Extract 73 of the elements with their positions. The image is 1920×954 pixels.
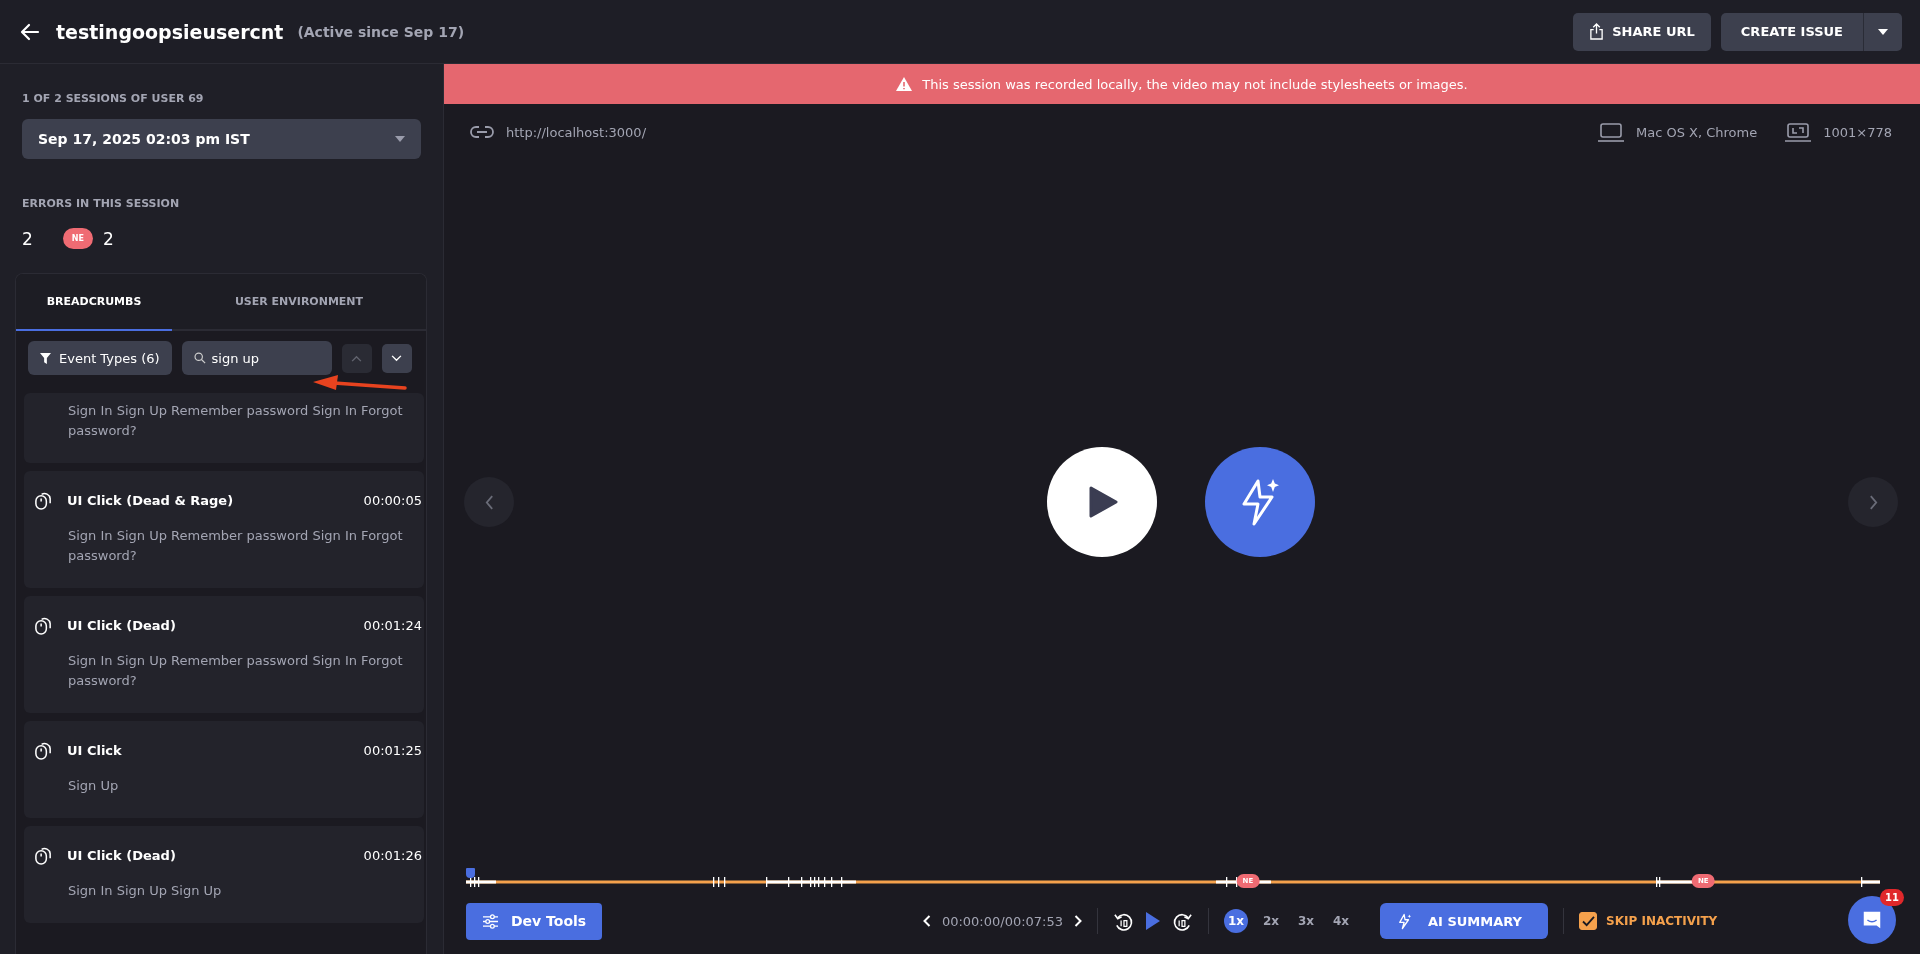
- event-title: UI Click: [67, 743, 123, 758]
- skip-inactivity-checkbox[interactable]: [1579, 912, 1598, 930]
- warning-text: This session was recorded locally, the video may not include stylesheets or images.: [922, 76, 1468, 92]
- platform-info: Mac OS X, Chrome: [1635, 124, 1758, 140]
- speed-option[interactable]: 4x: [1329, 909, 1354, 933]
- event-time: 00:01:24: [363, 618, 422, 633]
- ai-summary-button[interactable]: AI SUMMARY: [1380, 903, 1549, 939]
- mouse-icon: [34, 491, 53, 510]
- event-detail: Sign In Sign Up Remember password Sign In Forgot password?: [68, 527, 404, 565]
- screen-resolution: 1001×778: [1823, 124, 1892, 140]
- mouse-icon: [34, 846, 53, 865]
- notification-badge: 11: [1880, 889, 1904, 906]
- lightning-sparkle-icon: [1398, 912, 1413, 930]
- event-card[interactable]: Sign In Sign Up Remember password Sign In Forgot password?: [24, 393, 424, 463]
- event-types-button[interactable]: Event Types (6): [28, 341, 172, 375]
- event-time: 00:00:05: [363, 493, 422, 508]
- speed-option[interactable]: 3x: [1294, 909, 1319, 933]
- dropdown-button[interactable]: [1863, 12, 1902, 51]
- create-issue-button[interactable]: CREATE ISSUE: [1720, 12, 1863, 51]
- chevron-down-icon: [391, 354, 403, 362]
- session-select[interactable]: Sep 17, 2025 02:03 pm IST: [22, 119, 421, 159]
- event-title: UI Click (Dead): [67, 848, 177, 863]
- speed-option[interactable]: 1x: [1224, 909, 1249, 933]
- share-icon: [1589, 23, 1605, 40]
- skip-inactivity-label: SKIP INACTIVITY: [1606, 914, 1718, 928]
- event-detail: Sign In Sign Up Remember password Sign In Forgot password?: [68, 652, 404, 690]
- event-title: UI Click (Dead): [67, 618, 177, 633]
- event-card[interactable]: UI Click (Dead) 00:01:24 Sign In Sign Up Remember password Sign In Forgot password?: [24, 596, 424, 713]
- next-match-button[interactable]: [381, 343, 412, 373]
- caret-icon: [395, 136, 405, 142]
- dev-tools-button[interactable]: Dev Tools: [466, 902, 603, 940]
- sessions-label: 1 OF 2 SESSIONS OF USER 69: [22, 92, 205, 105]
- chevron-left-icon: [484, 494, 494, 510]
- event-title: UI Click (Dead & Rage): [67, 493, 235, 508]
- user-name: testingoopsieusercnt: [56, 20, 284, 43]
- play-icon: [1088, 486, 1118, 518]
- screen-size-icon: [1785, 122, 1812, 142]
- event-time: 00:01:25: [363, 743, 422, 758]
- error-count: 2: [103, 228, 114, 249]
- chevron-up-icon: [351, 354, 363, 362]
- filter-icon: [40, 352, 51, 364]
- mouse-icon: [34, 741, 53, 760]
- error-count: 2: [22, 228, 33, 249]
- event-detail: Sign In Sign Up Remember password Sign In Forgot password?: [68, 402, 404, 440]
- playback-time: 00:00:00/00:07:53: [941, 913, 1064, 929]
- laptop-icon: [1597, 122, 1624, 142]
- playhead-handle[interactable]: [466, 868, 475, 878]
- errors-label: ERRORS IN THIS SESSION: [22, 197, 181, 210]
- search-field[interactable]: sign up: [181, 341, 332, 375]
- caret-icon: [1878, 28, 1888, 35]
- share-url-button[interactable]: SHARE URL: [1573, 12, 1711, 51]
- speed-option[interactable]: 2x: [1259, 909, 1284, 933]
- event-card[interactable]: UI Click (Dead & Rage) 00:00:05 Sign In Sign Up Remember password Sign In Forgot password?: [24, 471, 424, 588]
- panel-tab[interactable]: USER ENVIRONMENT: [172, 274, 426, 331]
- chat-bubble-icon: [1861, 909, 1883, 931]
- event-detail: Sign Up: [68, 777, 120, 795]
- mouse-icon: [34, 616, 53, 635]
- previous-event-icon[interactable]: [922, 915, 931, 927]
- event-card[interactable]: UI Click 00:01:25 Sign Up: [24, 721, 424, 818]
- checkmark-icon: [1581, 915, 1595, 927]
- next-event-icon[interactable]: [1074, 915, 1083, 927]
- play-icon[interactable]: [1145, 911, 1162, 931]
- event-card[interactable]: UI Click (Dead) 00:01:26 Sign In Sign Up Sign Up: [24, 826, 424, 923]
- page-url: http://localhost:3000/: [506, 124, 647, 140]
- event-detail: Sign In Sign Up Sign Up: [68, 882, 223, 900]
- event-time: 00:01:26: [363, 848, 422, 863]
- active-since: (Active since Sep 17): [297, 23, 465, 40]
- error-badge: NE: [62, 228, 93, 249]
- sliders-icon: [482, 913, 499, 929]
- warning-icon: [896, 77, 913, 91]
- search-icon: [193, 352, 206, 364]
- link-icon: [470, 125, 494, 139]
- chevron-right-icon: [1868, 494, 1878, 510]
